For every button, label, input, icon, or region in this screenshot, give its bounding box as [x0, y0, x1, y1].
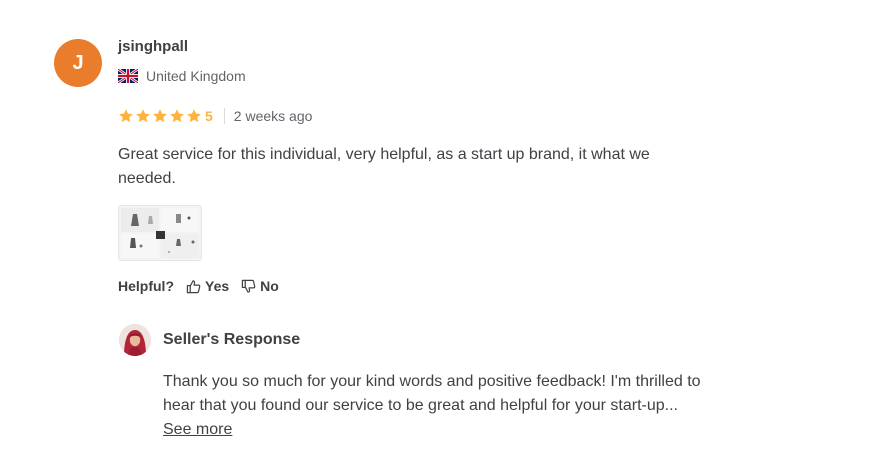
rating-row: 5 2 weeks ago	[118, 108, 312, 124]
reviewer-country: United Kingdom	[118, 68, 246, 84]
review-text-line-1: Great service for this individual, very …	[118, 146, 650, 163]
reviewer-avatar-initial: J	[72, 51, 84, 74]
seller-response-title: Seller's Response	[163, 331, 301, 348]
review-attachment-thumbnail[interactable]	[118, 205, 202, 261]
star-icon	[170, 109, 184, 123]
thumbs-up-icon	[186, 279, 201, 293]
seller-response-line-1: Thank you so much for your kind words an…	[163, 373, 701, 390]
star-icon	[187, 109, 201, 123]
review-time: 2 weeks ago	[233, 108, 313, 124]
rating-value: 5	[205, 108, 213, 124]
seller-avatar-image	[119, 324, 151, 356]
star-icon	[119, 109, 133, 123]
star-icon	[136, 109, 150, 123]
helpful-yes-label: Yes	[205, 278, 230, 294]
country-name: United Kingdom	[146, 68, 246, 84]
reviewer-username[interactable]: jsinghpall	[118, 38, 188, 55]
helpful-no-label: No	[260, 278, 279, 294]
reviewer-avatar[interactable]: J	[54, 39, 102, 87]
star-rating	[118, 108, 202, 124]
helpful-row: Helpful? Yes No	[118, 278, 279, 294]
helpful-label: Helpful?	[118, 278, 174, 294]
seller-response-text: Thank you so much for your kind words an…	[163, 370, 763, 418]
review-text-line-2: needed.	[118, 170, 176, 187]
see-more-link[interactable]: See more	[163, 418, 232, 442]
rating-divider	[223, 108, 225, 124]
review-text: Great service for this individual, very …	[118, 143, 738, 191]
attachment-preview-image	[119, 206, 201, 260]
star-icon	[153, 109, 167, 123]
uk-flag-icon	[118, 69, 138, 83]
review-card: J jsinghpall United Kingdom 5 2 weeks ag…	[0, 0, 878, 466]
thumbs-down-icon	[241, 279, 256, 293]
seller-avatar[interactable]	[119, 324, 151, 356]
helpful-no-button[interactable]: No	[241, 278, 279, 294]
helpful-yes-button[interactable]: Yes	[186, 278, 229, 294]
seller-response-line-2: hear that you found our service to be gr…	[163, 397, 678, 414]
